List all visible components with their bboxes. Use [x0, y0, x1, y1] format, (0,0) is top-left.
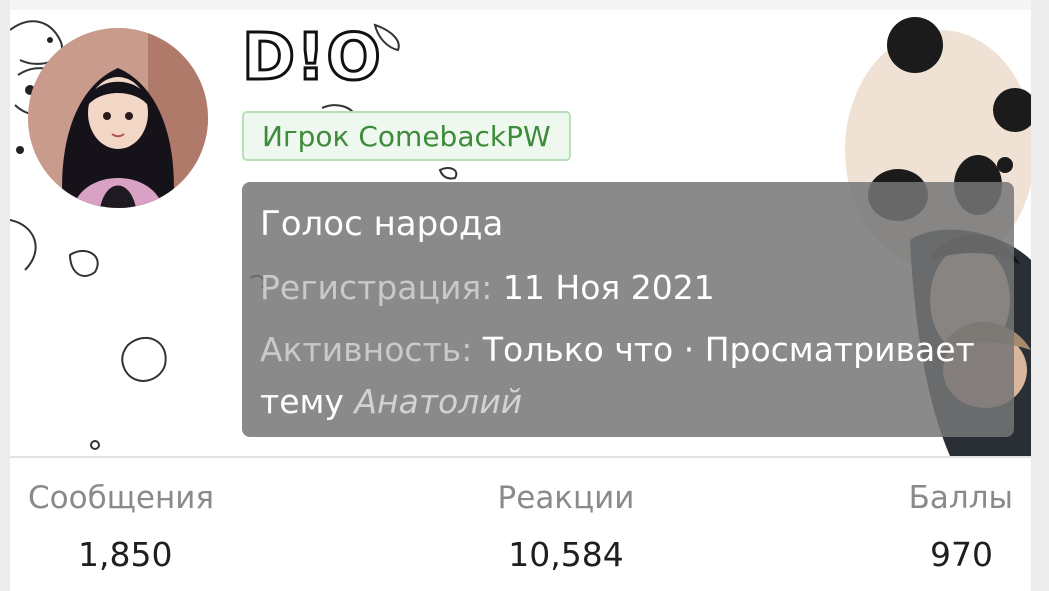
- avatar-image: [28, 28, 208, 208]
- username[interactable]: D!O: [241, 18, 383, 98]
- stat-reactions[interactable]: Реакции 10,584: [416, 476, 716, 582]
- profile-banner: D!O Игрок ComebackPW Голос народа Регист…: [10, 10, 1031, 456]
- stat-messages[interactable]: Сообщения 1,850: [28, 476, 328, 582]
- page-right-edge: [1031, 0, 1049, 591]
- stat-label: Реакции: [497, 480, 635, 516]
- activity-status: Только что · Просматривает: [482, 330, 975, 369]
- activity-topic-prefix: тему: [260, 382, 344, 421]
- activity-topic-link[interactable]: Анатолий: [354, 382, 522, 421]
- stat-label: Баллы: [908, 480, 1013, 516]
- stat-value: 10,584: [508, 535, 624, 574]
- user-info-panel: Голос народа Регистрация: 11 Ноя 2021 Ак…: [242, 182, 1014, 437]
- registration-row: Регистрация: 11 Ноя 2021: [260, 262, 996, 314]
- stat-value: 1,850: [78, 535, 173, 574]
- stat-label: Сообщения: [28, 480, 215, 516]
- stat-points[interactable]: Баллы 970: [713, 476, 1013, 582]
- stat-value: 970: [930, 535, 993, 574]
- stats-divider: [10, 456, 1031, 458]
- user-title: Голос народа: [260, 204, 504, 244]
- avatar[interactable]: [28, 28, 208, 208]
- registration-date: 11 Ноя 2021: [502, 268, 715, 307]
- user-group-badge: Игрок ComebackPW: [242, 111, 571, 161]
- registration-label: Регистрация:: [260, 268, 493, 307]
- activity-label: Активность:: [260, 330, 473, 369]
- page-left-edge: [0, 0, 10, 591]
- profile-card: D!O Игрок ComebackPW Голос народа Регист…: [10, 10, 1031, 591]
- activity-row: Активность: Только что · Просматривает т…: [260, 324, 996, 428]
